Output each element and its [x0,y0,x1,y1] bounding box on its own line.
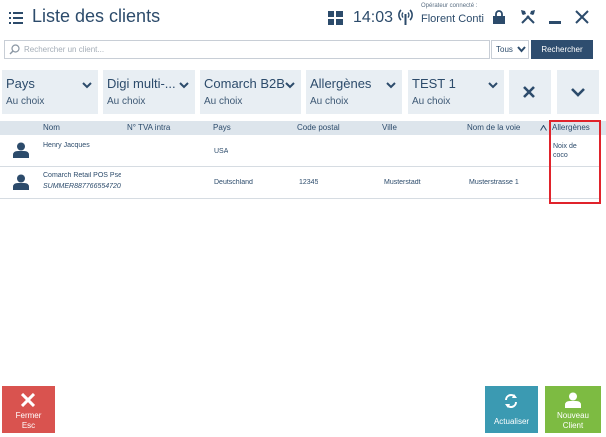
lock-icon[interactable] [493,10,505,24]
close-button[interactable]: Fermer Esc [2,386,55,433]
filter-name: TEST 1 [412,76,456,91]
new-client-line2: Client [562,421,584,430]
table-row[interactable] [0,135,600,167]
col-header-tva[interactable]: N° TVA intra [127,123,170,132]
expand-filters-button[interactable] [557,70,599,114]
minimize-icon[interactable] [549,21,561,24]
col-header-pays[interactable]: Pays [213,123,231,132]
chevron-down-icon [179,82,189,89]
filter-name: Pays [6,76,35,91]
filter-value: Au choix [412,96,451,107]
allergenes-highlight [549,120,601,204]
search-scope-value: Tous [496,45,513,54]
close-icon[interactable] [575,10,589,24]
close-x-icon [21,393,35,407]
chevron-down-icon [488,82,498,89]
close-label: Fermer [15,411,42,420]
cell-nom: Henry Jacques [43,142,90,149]
clear-filter-icon [523,86,535,98]
cell-nom: Comarch Retail POS Pse [43,172,121,179]
menu-icon[interactable] [9,11,23,25]
new-client-icon [565,392,581,408]
refresh-label: Actualiser [493,417,530,426]
col-header-voie[interactable]: Nom de la voie [467,123,520,132]
new-client-line1: Nouveau [556,411,590,420]
chevron-down-icon [82,82,92,89]
filter-comarch-b2b[interactable]: Comarch B2B Au choix [200,70,301,114]
filter-value: Au choix [204,96,243,107]
operator-label: Opérateur connecté : [421,3,478,9]
filter-value: Au choix [6,96,45,107]
grid-icon[interactable] [328,11,343,25]
search-scope-select[interactable]: Tous [491,40,529,59]
refresh-button[interactable]: Actualiser [485,386,538,433]
tools-icon[interactable] [521,10,535,24]
chevron-down-icon [517,46,526,53]
col-header-ville[interactable]: Ville [382,123,397,132]
col-header-nom[interactable]: Nom [43,123,60,132]
search-icon [9,44,20,55]
cell-ville: Musterstadt [384,179,421,186]
filter-digi-multi[interactable]: Digi multi-... Au choix [103,70,195,114]
search-input[interactable] [24,41,484,58]
filter-allergenes[interactable]: Allergènes Au choix [306,70,402,114]
cell-nom-secondary: SUMMER88776655472021 [43,183,121,190]
new-client-button[interactable]: Nouveau Client [545,386,601,433]
cell-pays: USA [214,148,229,155]
expand-icon [571,88,585,97]
operator-name[interactable]: Florent Conti [421,13,484,25]
filter-value: Au choix [107,96,146,107]
col-header-code-postal[interactable]: Code postal [297,123,340,132]
filter-name: Allergènes [310,76,372,91]
signal-icon[interactable] [398,8,413,25]
sort-up-icon[interactable] [540,125,547,131]
cell-code-postal: 12345 [299,179,319,186]
person-icon [13,142,29,158]
cell-pays: Deutschland [214,179,253,186]
filter-pays[interactable]: Pays Au choix [2,70,98,114]
person-icon [13,174,29,190]
filter-name: Comarch B2B [204,76,285,91]
chevron-down-icon [386,82,396,89]
search-button[interactable]: Rechercher [531,40,593,59]
refresh-icon [505,394,517,408]
clear-filters-button[interactable] [509,70,551,114]
filter-value: Au choix [310,96,349,107]
chevron-down-icon [285,82,295,89]
filter-test-1[interactable]: TEST 1 Au choix [408,70,504,114]
close-shortcut: Esc [21,421,36,430]
filter-name: Digi multi-... [107,76,176,91]
cell-voie: Musterstrasse 1 [469,179,519,186]
page-title: Liste des clients [32,6,161,26]
clock-time: 14:03 [353,9,394,26]
